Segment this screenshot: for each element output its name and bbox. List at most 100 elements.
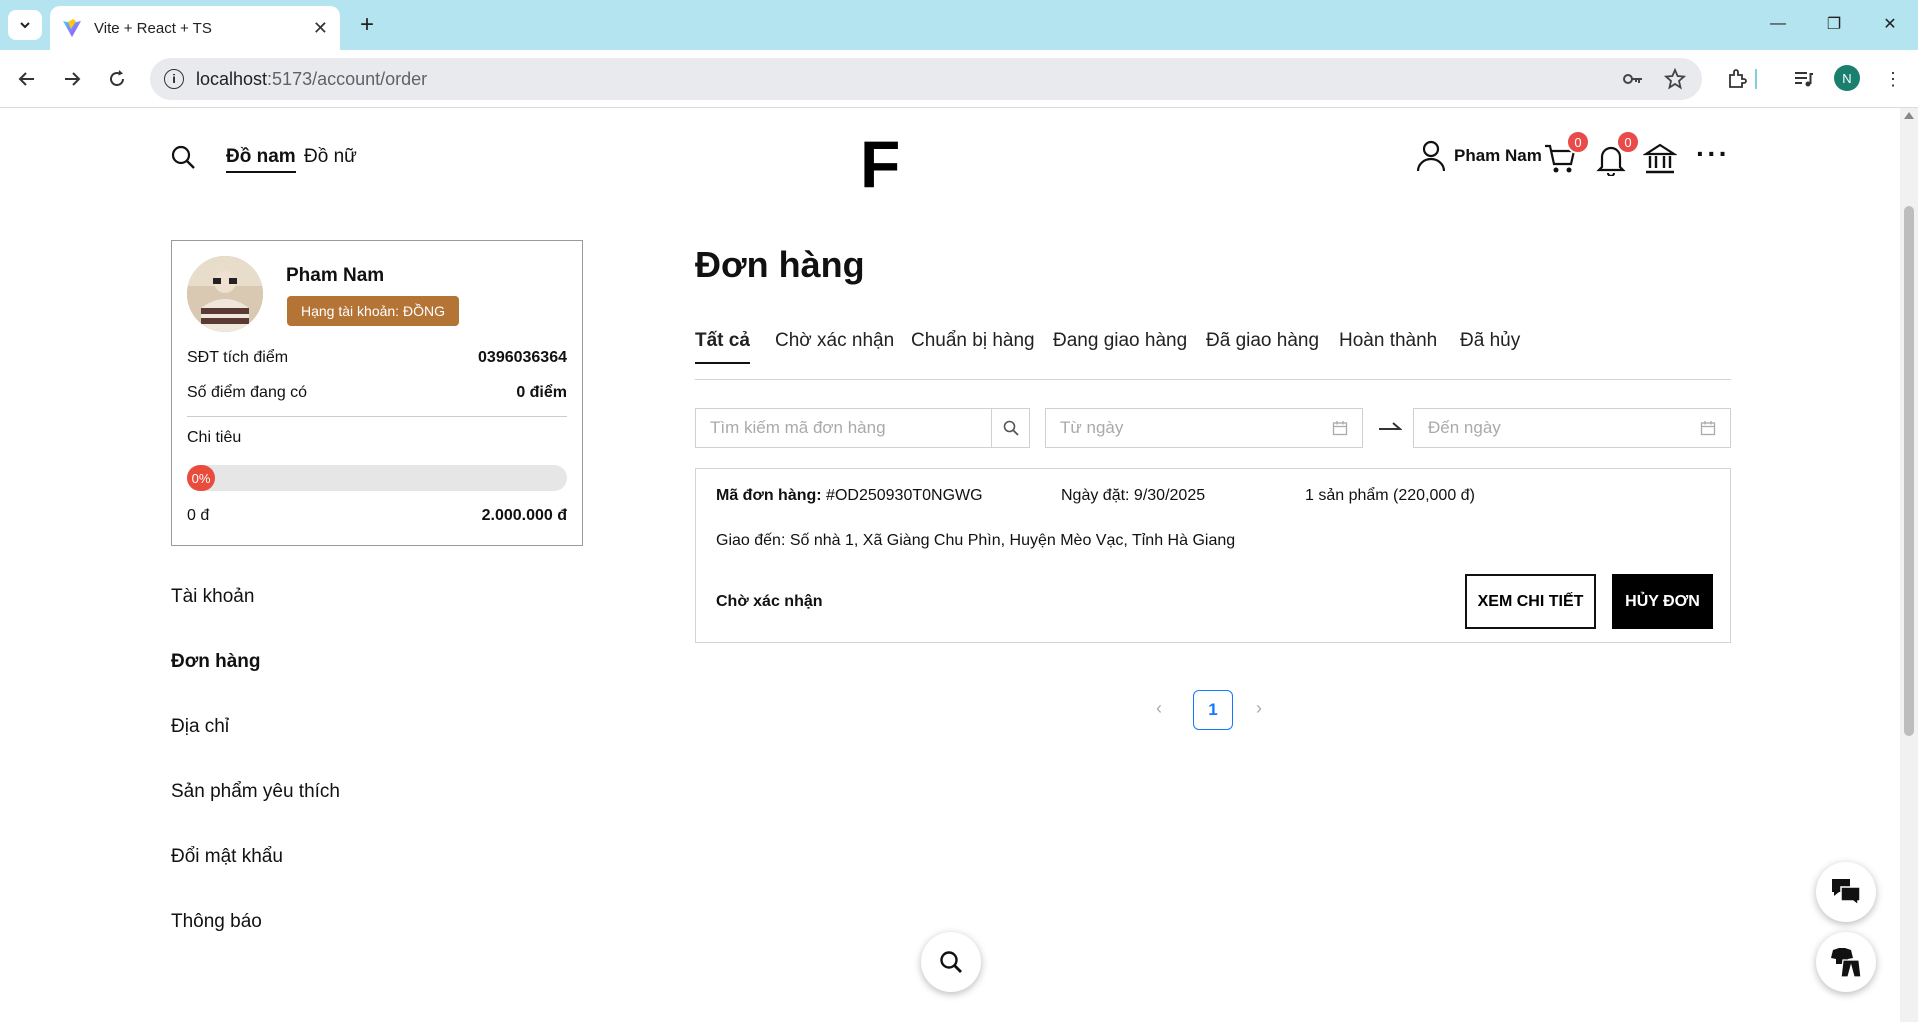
bank-icon[interactable] [1643,142,1677,176]
clothing-icon [1831,948,1862,978]
back-arrow-icon[interactable] [12,64,42,94]
forward-arrow-icon[interactable] [57,64,87,94]
new-tab-icon[interactable]: + [352,10,382,40]
spending-progress-bar: 0% [187,465,567,491]
points-row: Số điểm đang có 0 điểm [187,384,567,402]
from-date-picker[interactable] [1045,408,1363,448]
spending-progress-fill: 0% [187,465,215,491]
order-status-tabs: Tất cả Chờ xác nhận Chuẩn bị hàng Đang g… [695,330,1731,380]
close-tab-icon[interactable]: ✕ [313,18,328,39]
sidebar-item-address[interactable]: Địa chỉ [171,716,229,738]
tab-all[interactable]: Tất cả [695,330,750,364]
scroll-up-arrow-icon[interactable] [1904,112,1914,119]
profile-name: Pham Nam [286,265,385,286]
toolbar-divider [1755,69,1757,89]
reload-icon[interactable] [102,64,132,94]
vite-logo-icon [63,19,81,37]
calendar-icon [1332,421,1348,436]
tab-shipping[interactable]: Đang giao hàng [1053,330,1187,362]
order-code-label: Mã đơn hàng: [716,487,822,504]
to-date-input[interactable] [1414,409,1684,447]
outfit-button[interactable] [1816,932,1876,992]
prev-page-icon[interactable]: ‹ [1156,698,1162,719]
address-bar[interactable]: i localhost:5173/account/order [150,58,1702,100]
sidebar-item-account[interactable]: Tài khoản [171,586,254,608]
spending-min: 0 đ [187,507,210,524]
url-text: localhost:5173/account/order [196,68,428,89]
browser-tab[interactable]: Vite + React + TS ✕ [50,6,340,50]
search-icon[interactable] [170,144,196,170]
chat-button[interactable] [1816,862,1876,922]
site-header: Đồ nam Đồ nữ F Pham Nam 0 0 ··· [0,108,1900,208]
tab-cancelled[interactable]: Đã hủy [1460,330,1520,362]
spending-max: 2.000.000 đ [481,507,567,524]
user-icon [1416,140,1446,172]
tab-delivered[interactable]: Đã giao hàng [1206,330,1319,362]
extensions-icon[interactable] [1722,64,1752,94]
browser-tabstrip: Vite + React + TS ✕ + — ❐ ✕ [0,0,1918,50]
spending-row: Chi tiêu [187,429,567,447]
header-user-name: Pham Nam [1454,146,1542,165]
range-arrow-icon [1379,422,1402,430]
sidebar-item-change-password[interactable]: Đổi mật khẩu [171,846,283,868]
bookmark-star-icon[interactable] [1664,68,1686,90]
chevron-down-icon [20,22,30,29]
order-search-button[interactable] [991,409,1030,447]
phone-label: SĐT tích điểm [187,349,289,366]
order-search-input[interactable] [696,409,992,447]
minimize-icon[interactable]: — [1758,8,1798,40]
more-options-icon[interactable]: ··· [1696,138,1730,170]
nav-link-men[interactable]: Đồ nam [226,146,296,173]
tab-search-button[interactable] [8,10,42,40]
pagination: ‹ 1 › [1154,690,1274,730]
page-number-current[interactable]: 1 [1193,690,1233,730]
sidebar-item-favorites[interactable]: Sản phẩm yêu thích [171,781,340,803]
tab-preparing[interactable]: Chuẩn bị hàng [911,330,1035,362]
from-date-input[interactable] [1046,409,1316,447]
view-order-detail-button[interactable]: XEM CHI TIẾT [1465,574,1596,629]
spending-label: Chi tiêu [187,429,242,446]
next-page-icon[interactable]: › [1256,698,1262,719]
browser-menu-icon[interactable]: ⋮ [1878,64,1908,94]
password-key-icon[interactable] [1622,70,1644,88]
media-control-icon[interactable] [1788,64,1818,94]
order-card: Mã đơn hàng: #OD250930T0NGWG Ngày đặt: 9… [695,468,1731,643]
tab-title: Vite + React + TS [94,19,212,37]
restore-icon[interactable]: ❐ [1814,8,1854,40]
order-date: Ngày đặt: 9/30/2025 [1061,487,1206,504]
page-viewport: Đồ nam Đồ nữ F Pham Nam 0 0 ··· Pham Nam [0,108,1900,1022]
chat-bubbles-icon [1832,879,1861,907]
user-menu[interactable]: Pham Nam [1416,140,1542,172]
site-logo[interactable]: F [860,126,900,202]
site-info-icon[interactable]: i [164,69,184,89]
to-date-picker[interactable] [1413,408,1731,448]
sidebar-item-orders[interactable]: Đơn hàng [171,651,261,673]
notification-count-badge: 0 [1616,130,1640,154]
page-scrollbar[interactable] [1900,108,1918,1022]
order-code: Mã đơn hàng: #OD250930T0NGWG [716,487,983,505]
floating-search-button[interactable] [921,932,981,992]
tab-pending[interactable]: Chờ xác nhận [775,330,894,362]
points-value: 0 điểm [516,384,567,401]
search-icon [1003,420,1019,436]
avatar-photo-icon [187,256,263,332]
browser-toolbar: i localhost:5173/account/order N ⋮ [0,50,1918,108]
tab-completed[interactable]: Hoàn thành [1339,330,1437,362]
rank-badge: Hạng tài khoản: ĐỒNG [287,296,459,326]
cart-count-badge: 0 [1566,130,1590,154]
order-code-value: #OD250930T0NGWG [826,487,983,504]
page-title: Đơn hàng [695,244,865,285]
cancel-order-button[interactable]: HỦY ĐƠN [1612,574,1713,629]
nav-link-women[interactable]: Đồ nữ [304,146,357,168]
profile-divider [187,416,567,417]
phone-value: 0396036364 [478,349,567,366]
phone-row: SĐT tích điểm 0396036364 [187,349,567,367]
calendar-icon [1700,421,1716,436]
sidebar-item-notifications[interactable]: Thông báo [171,911,262,933]
order-products: 1 sản phẩm (220,000 đ) [1305,487,1475,504]
scroll-thumb[interactable] [1904,206,1914,736]
window-close-icon[interactable]: ✕ [1870,8,1910,40]
avatar[interactable] [187,256,263,332]
search-icon [940,951,962,973]
browser-profile-avatar[interactable]: N [1834,65,1860,91]
